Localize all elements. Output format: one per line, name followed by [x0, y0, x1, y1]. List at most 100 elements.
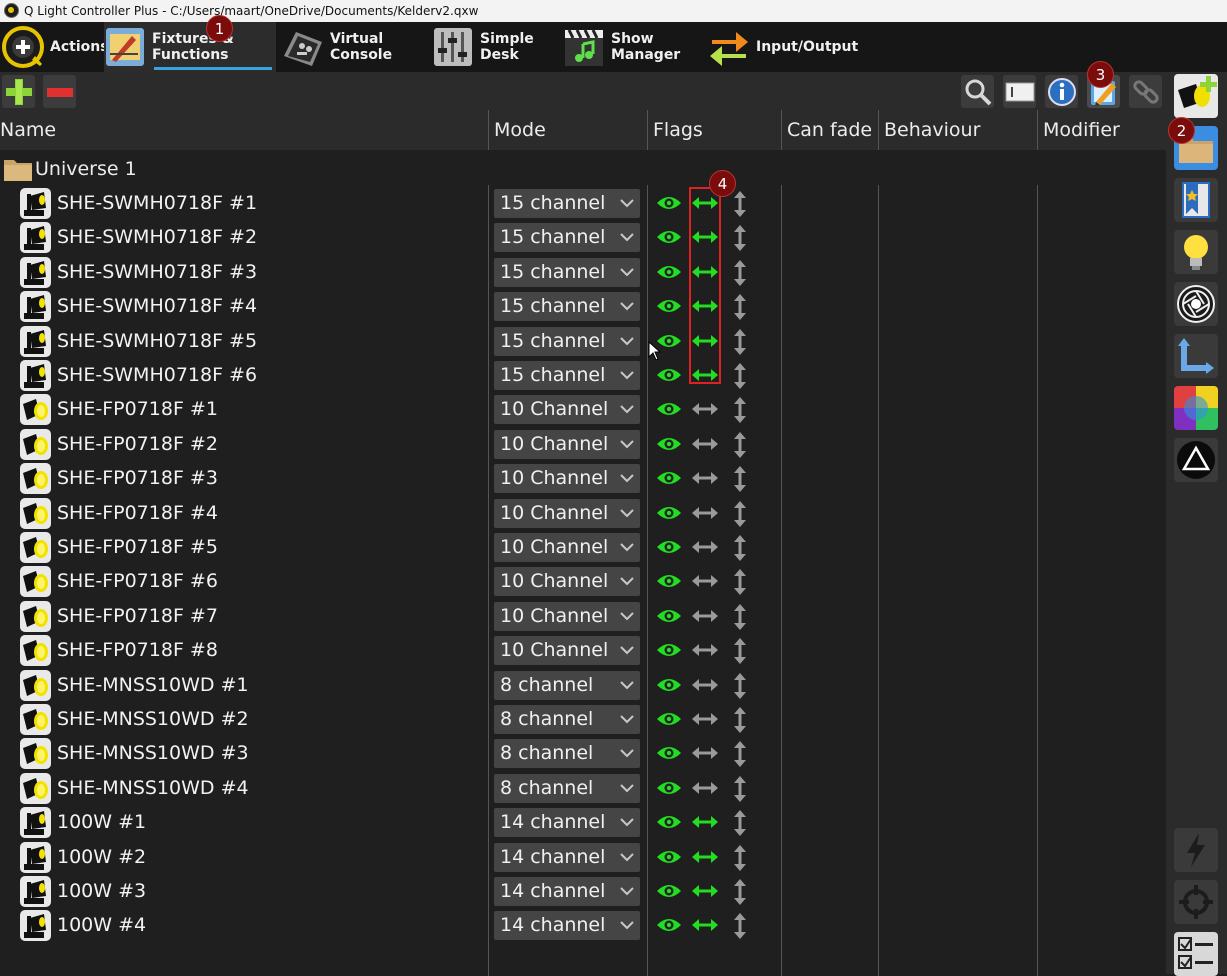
fixture-row[interactable]: 100W #4 14 channel: [0, 908, 1166, 942]
column-mode[interactable]: Mode: [489, 110, 648, 150]
vertical-flip-icon[interactable]: [732, 190, 748, 218]
vertical-flip-icon[interactable]: [732, 362, 748, 390]
link-button[interactable]: [1129, 75, 1162, 108]
fixture-mode-select[interactable]: 8 channel: [494, 670, 640, 700]
horizontal-flip-icon[interactable]: [691, 814, 719, 830]
fixture-row[interactable]: SHE-FP0718F #6 10 Channel: [0, 564, 1166, 598]
visibility-eye-icon[interactable]: [656, 813, 682, 831]
triangle-sidebar-button[interactable]: [1174, 438, 1218, 482]
visibility-eye-icon[interactable]: [656, 228, 682, 246]
axis-sidebar-button[interactable]: [1174, 334, 1218, 378]
fixture-row[interactable]: SHE-FP0718F #5 10 Channel: [0, 530, 1166, 564]
fixture-mode-select[interactable]: 15 channel mode: [494, 326, 640, 356]
horizontal-flip-icon[interactable]: [691, 917, 719, 933]
column-behaviour[interactable]: Behaviour: [879, 110, 1038, 150]
vertical-flip-icon[interactable]: [732, 672, 748, 700]
fixture-row[interactable]: 100W #2 14 channel: [0, 840, 1166, 874]
vertical-flip-icon[interactable]: [732, 844, 748, 872]
visibility-eye-icon[interactable]: [656, 366, 682, 384]
visibility-eye-icon[interactable]: [656, 194, 682, 212]
fixture-row[interactable]: SHE-FP0718F #7 10 Channel: [0, 599, 1166, 633]
fixture-row[interactable]: SHE-MNSS10WD #1 8 channel: [0, 668, 1166, 702]
fixture-mode-select[interactable]: 8 channel: [494, 773, 640, 803]
horizontal-flip-icon[interactable]: [691, 608, 719, 624]
fixture-mode-select[interactable]: 10 Channel: [494, 429, 640, 459]
horizontal-flip-icon[interactable]: [691, 436, 719, 452]
fixture-mode-select[interactable]: 10 Channel: [494, 636, 640, 666]
vertical-flip-icon[interactable]: [732, 224, 748, 252]
visibility-eye-icon[interactable]: [656, 469, 682, 487]
visibility-eye-icon[interactable]: [656, 779, 682, 797]
fixture-row[interactable]: SHE-SWMH0718F #6 15 channel mode: [0, 358, 1166, 392]
fixture-mode-select[interactable]: 15 channel mode: [494, 292, 640, 322]
vertical-flip-icon[interactable]: [732, 809, 748, 837]
fixture-mode-select[interactable]: 10 Channel: [494, 498, 640, 528]
fixture-mode-select[interactable]: 15 channel mode: [494, 223, 640, 253]
tab-virtual-console[interactable]: Virtual Console: [282, 22, 426, 72]
horizontal-flip-icon[interactable]: [691, 780, 719, 796]
fixture-mode-select[interactable]: 14 channel: [494, 877, 640, 906]
fixture-row[interactable]: 100W #1 14 channel: [0, 805, 1166, 839]
vertical-flip-icon[interactable]: [732, 637, 748, 665]
horizontal-flip-icon[interactable]: [691, 677, 719, 693]
fixture-row[interactable]: SHE-MNSS10WD #3 8 channel: [0, 736, 1166, 770]
info-button[interactable]: [1045, 75, 1078, 108]
fixture-row[interactable]: 100W #3 14 channel: [0, 874, 1166, 908]
vertical-flip-icon[interactable]: [732, 500, 748, 528]
vertical-flip-icon[interactable]: [732, 912, 748, 940]
vertical-flip-icon[interactable]: [732, 878, 748, 906]
horizontal-flip-icon[interactable]: [691, 745, 719, 761]
column-name[interactable]: Name: [0, 110, 489, 150]
vertical-flip-icon[interactable]: [732, 259, 748, 287]
crosshair-sidebar-button[interactable]: [1174, 880, 1218, 924]
visibility-eye-icon[interactable]: [656, 744, 682, 762]
visibility-eye-icon[interactable]: [656, 710, 682, 728]
shutter-sidebar-button[interactable]: [1174, 282, 1218, 326]
visibility-eye-icon[interactable]: [656, 400, 682, 418]
visibility-eye-icon[interactable]: [656, 882, 682, 900]
checklist-sidebar-button[interactable]: [1174, 932, 1218, 976]
fixture-mode-select[interactable]: 14 channel: [494, 808, 640, 838]
add-fixture-button[interactable]: [2, 75, 35, 108]
visibility-eye-icon[interactable]: [656, 641, 682, 659]
fixture-mode-select[interactable]: 14 channel: [494, 842, 640, 872]
visibility-eye-icon[interactable]: [656, 676, 682, 694]
vertical-flip-icon[interactable]: [732, 465, 748, 493]
horizontal-flip-icon[interactable]: [691, 711, 719, 727]
vertical-flip-icon[interactable]: [732, 431, 748, 459]
vertical-flip-icon[interactable]: [732, 740, 748, 768]
fixture-row[interactable]: SHE-SWMH0718F #3 15 channel mode: [0, 255, 1166, 289]
tab-actions[interactable]: Actions: [2, 22, 109, 72]
horizontal-flip-icon[interactable]: [691, 642, 719, 658]
add-fixture-sidebar-button[interactable]: [1174, 74, 1218, 118]
fixture-row[interactable]: SHE-FP0718F #2 10 Channel: [0, 427, 1166, 461]
fixture-mode-select[interactable]: 15 channel mode: [494, 189, 640, 218]
fixture-row[interactable]: SHE-SWMH0718F #1 15 channel mode: [0, 186, 1166, 220]
fixture-tree[interactable]: Universe 1 SHE-SWMH0718F #1 15 channel mo…: [0, 150, 1166, 976]
fixture-mode-select[interactable]: 15 channel mode: [494, 257, 640, 287]
column-modifier[interactable]: Modifier: [1038, 110, 1166, 150]
flash-sidebar-button[interactable]: [1174, 828, 1218, 872]
fixture-mode-select[interactable]: 8 channel: [494, 705, 640, 734]
vertical-flip-icon[interactable]: [732, 534, 748, 562]
fixture-row[interactable]: SHE-FP0718F #1 10 Channel: [0, 392, 1166, 426]
horizontal-flip-icon[interactable]: [691, 883, 719, 899]
vertical-flip-icon[interactable]: [732, 775, 748, 803]
remove-fixture-button[interactable]: [43, 75, 76, 108]
vertical-flip-icon[interactable]: [732, 293, 748, 321]
vertical-flip-icon[interactable]: [732, 396, 748, 424]
fixture-row[interactable]: SHE-SWMH0718F #2 15 channel mode: [0, 220, 1166, 254]
tab-simple-desk[interactable]: Simple Desk: [432, 22, 556, 72]
fixture-mode-select[interactable]: 10 Channel: [494, 567, 640, 597]
visibility-eye-icon[interactable]: [656, 916, 682, 934]
fixture-row[interactable]: SHE-MNSS10WD #4 8 channel: [0, 771, 1166, 805]
fixture-row[interactable]: SHE-SWMH0718F #5 15 channel mode: [0, 324, 1166, 358]
visibility-eye-icon[interactable]: [656, 607, 682, 625]
vertical-flip-icon[interactable]: [732, 706, 748, 734]
visibility-eye-icon[interactable]: [656, 848, 682, 866]
bookmark-sidebar-button[interactable]: [1174, 178, 1218, 222]
fixture-mode-select[interactable]: 15 channel mode: [494, 361, 640, 390]
fixture-mode-select[interactable]: 10 Channel: [494, 601, 640, 631]
horizontal-flip-icon[interactable]: [691, 573, 719, 589]
horizontal-flip-icon[interactable]: [691, 539, 719, 555]
